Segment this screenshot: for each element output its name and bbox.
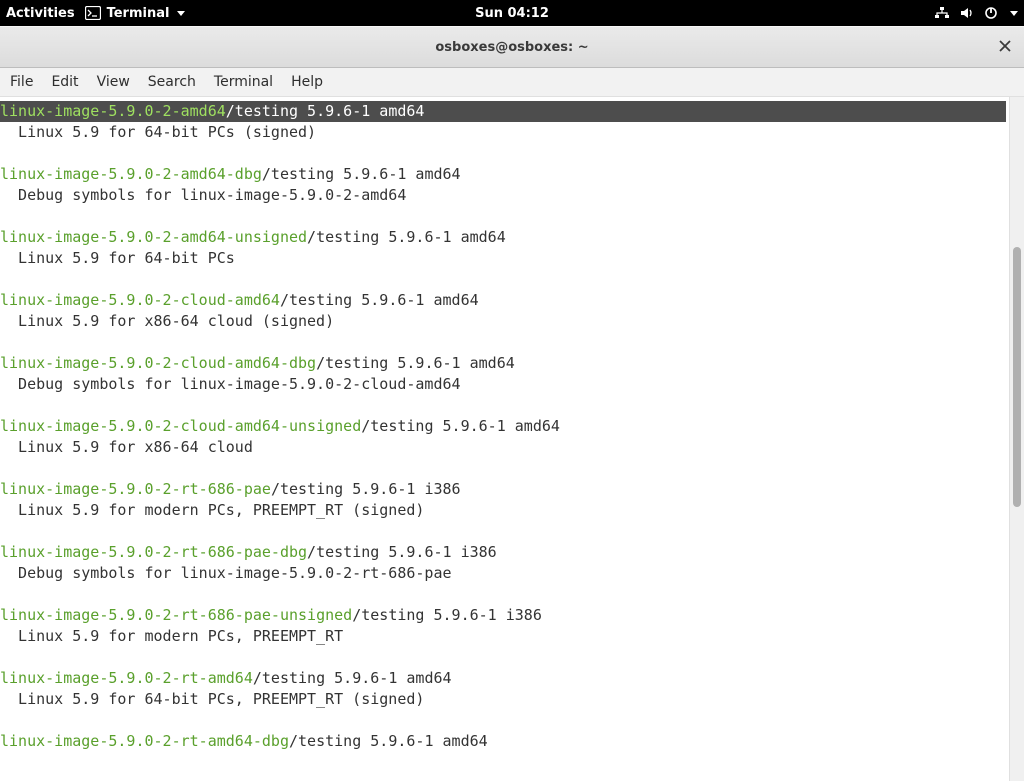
package-suffix: /testing 5.9.6-1 amd64 [316,354,515,372]
gnome-topbar: Activities Terminal Sun 04:12 [0,0,1024,26]
package-name: linux-image-5.9.0-2-cloud-amd64-unsigned [0,417,361,435]
package-description: Linux 5.9 for x86-64 cloud [0,437,1024,458]
scrollbar-thumb[interactable] [1013,247,1021,507]
package-entry: linux-image-5.9.0-2-rt-amd64/testing 5.9… [0,668,1024,710]
package-description: Linux 5.9 for x86-64 cloud (signed) [0,311,1024,332]
menu-edit[interactable]: Edit [51,74,78,90]
window-titlebar: osboxes@osboxes: ~ [0,26,1024,68]
package-entry: linux-image-5.9.0-2-cloud-amd64-dbg/test… [0,353,1024,395]
terminal-icon [85,6,101,20]
menu-help[interactable]: Help [291,74,323,90]
window-close-button[interactable] [996,37,1014,55]
package-name: linux-image-5.9.0-2-amd64 [0,102,226,120]
package-name: linux-image-5.9.0-2-amd64-dbg [0,165,262,183]
menu-file[interactable]: File [10,74,33,90]
package-description: Linux 5.9 for modern PCs, PREEMPT_RT [0,626,1024,647]
package-entry: linux-image-5.9.0-2-cloud-amd64-unsigned… [0,416,1024,458]
package-name: linux-image-5.9.0-2-cloud-amd64-dbg [0,354,316,372]
package-name: linux-image-5.9.0-2-amd64-unsigned [0,228,307,246]
package-suffix: /testing 5.9.6-1 i386 [271,480,461,498]
menu-search[interactable]: Search [148,74,196,90]
package-description: Linux 5.9 for 64-bit PCs [0,248,1024,269]
power-icon[interactable] [984,6,998,20]
package-suffix: /testing 5.9.6-1 amd64 [280,291,479,309]
chevron-down-icon [177,11,185,16]
activities-button[interactable]: Activities [6,6,75,21]
package-description: Linux 5.9 for 64-bit PCs (signed) [0,122,1024,143]
package-suffix: /testing 5.9.6-1 amd64 [361,417,560,435]
package-entry: linux-image-5.9.0-2-amd64-unsigned/testi… [0,227,1024,269]
clock: Sun 04:12 [475,6,549,21]
package-entry: linux-image-5.9.0-2-rt-686-pae-dbg/testi… [0,542,1024,584]
package-name: linux-image-5.9.0-2-rt-686-pae-unsigned [0,606,352,624]
package-name: linux-image-5.9.0-2-rt-686-pae-dbg [0,543,307,561]
package-name: linux-image-5.9.0-2-cloud-amd64 [0,291,280,309]
package-suffix: /testing 5.9.6-1 amd64 [226,102,425,120]
package-entry: linux-image-5.9.0-2-amd64/testing 5.9.6-… [0,101,1024,143]
package-entry: linux-image-5.9.0-2-rt-686-pae-unsigned/… [0,605,1024,647]
package-entry: linux-image-5.9.0-2-amd64-dbg/testing 5.… [0,164,1024,206]
package-name: linux-image-5.9.0-2-rt-amd64-dbg [0,732,289,750]
package-suffix: /testing 5.9.6-1 amd64 [307,228,506,246]
package-description: Debug symbols for linux-image-5.9.0-2-cl… [0,374,1024,395]
menubar: File Edit View Search Terminal Help [0,68,1024,97]
package-suffix: /testing 5.9.6-1 amd64 [262,165,461,183]
package-name: linux-image-5.9.0-2-rt-amd64 [0,669,253,687]
network-icon[interactable] [934,6,950,20]
package-description: Debug symbols for linux-image-5.9.0-2-am… [0,185,1024,206]
app-menu[interactable]: Terminal [85,6,186,21]
menu-terminal[interactable]: Terminal [214,74,273,90]
terminal-area[interactable]: linux-image-5.9.0-2-amd64/testing 5.9.6-… [0,97,1024,781]
menu-view[interactable]: View [97,74,130,90]
chevron-down-icon[interactable] [1010,11,1018,16]
package-suffix: /testing 5.9.6-1 amd64 [253,669,452,687]
package-description: Linux 5.9 for modern PCs, PREEMPT_RT (si… [0,500,1024,521]
package-suffix: /testing 5.9.6-1 amd64 [289,732,488,750]
package-description: Linux 5.9 for 64-bit PCs, PREEMPT_RT (si… [0,689,1024,710]
package-entry: linux-image-5.9.0-2-cloud-amd64/testing … [0,290,1024,332]
terminal-output[interactable]: linux-image-5.9.0-2-amd64/testing 5.9.6-… [0,97,1024,781]
close-icon [999,37,1011,56]
package-entry: linux-image-5.9.0-2-rt-686-pae/testing 5… [0,479,1024,521]
package-entry: linux-image-5.9.0-2-rt-amd64-dbg/testing… [0,731,1024,752]
volume-icon[interactable] [960,6,974,20]
app-menu-label: Terminal [107,6,170,21]
package-suffix: /testing 5.9.6-1 i386 [307,543,497,561]
window-title: osboxes@osboxes: ~ [435,40,588,55]
package-name: linux-image-5.9.0-2-rt-686-pae [0,480,271,498]
scrollbar[interactable] [1009,97,1024,781]
package-suffix: /testing 5.9.6-1 i386 [352,606,542,624]
package-description: Debug symbols for linux-image-5.9.0-2-rt… [0,563,1024,584]
